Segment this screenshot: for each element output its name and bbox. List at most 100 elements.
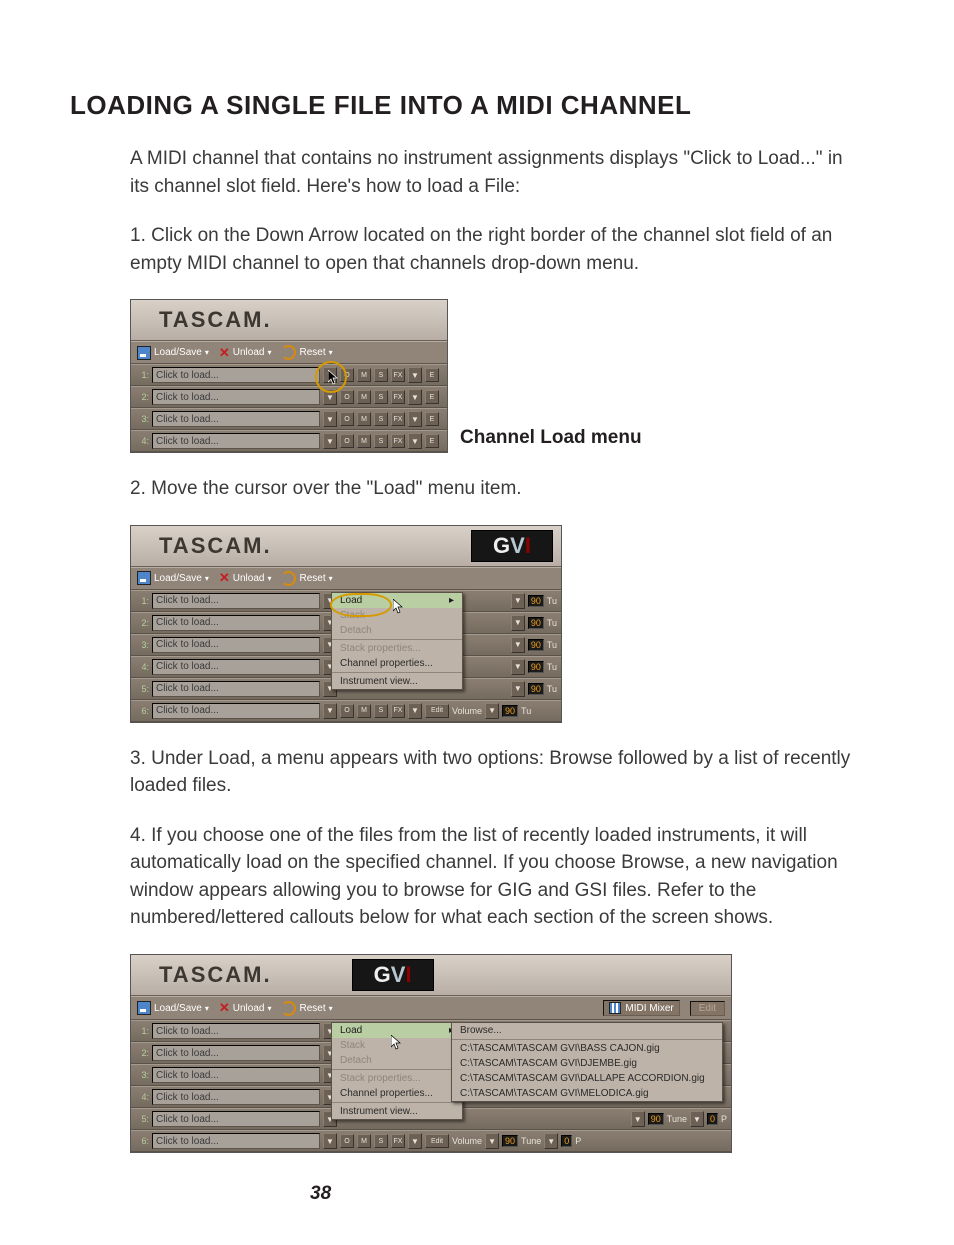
channel-number: 2: — [135, 392, 149, 402]
menu-item-recent[interactable]: C:\TASCAM\TASCAM GVI\DJEMBE.gig — [452, 1056, 722, 1071]
m-button[interactable]: M — [357, 390, 371, 404]
menu-item-stack-props[interactable]: Stack properties... — [332, 1071, 462, 1086]
channel-slot[interactable]: Click to load... — [152, 659, 320, 675]
menu-item-browse[interactable]: Browse... — [452, 1023, 722, 1038]
disk-icon — [137, 346, 151, 360]
o-button[interactable]: O — [340, 390, 354, 404]
menu-item-recent[interactable]: C:\TASCAM\TASCAM GVI\MELODICA.gig — [452, 1086, 722, 1101]
menu-item-stack[interactable]: Stack — [332, 1038, 462, 1053]
e-button[interactable]: E — [425, 434, 439, 448]
reset-label: Reset — [299, 573, 325, 584]
channel-row: 2: Click to load... ▼ O M S FX ▼ E — [131, 386, 447, 408]
midi-mixer-label: MIDI Mixer — [625, 1003, 673, 1014]
tune-label: Tu — [547, 596, 557, 606]
step-1: 1. Click on the Down Arrow located on th… — [130, 222, 864, 277]
x-icon: ✕ — [219, 348, 230, 358]
menu-item-channel-props[interactable]: Channel properties... — [332, 1086, 462, 1101]
channel-slot[interactable]: Click to load... — [152, 433, 320, 449]
menu-item-stack-props[interactable]: Stack properties... — [332, 641, 462, 656]
e-button[interactable]: E — [425, 390, 439, 404]
chevron-down-icon[interactable]: ▼ — [408, 389, 422, 405]
o-button[interactable]: O — [340, 412, 354, 426]
gvi-logo: GVI — [352, 959, 434, 991]
context-menu: Load ▸ Stack Detach Stack properties... … — [331, 592, 463, 690]
chevron-down-icon[interactable]: ▼ — [323, 433, 337, 449]
unload-label: Unload — [233, 347, 265, 358]
step-4: 4. If you choose one of the files from t… — [130, 822, 864, 932]
load-save-button[interactable]: Load/Save▾ — [137, 1001, 209, 1015]
chevron-down-icon[interactable]: ▼ — [408, 411, 422, 427]
channel-slot[interactable]: Click to load... — [152, 389, 320, 405]
channel-slot[interactable]: Click to load... — [152, 615, 320, 631]
menu-item-load[interactable]: Load ▸ — [332, 593, 462, 608]
reset-button[interactable]: Reset▾ — [281, 345, 332, 360]
channel-slot[interactable]: Click to load... — [152, 703, 320, 719]
fx-button[interactable]: FX — [391, 412, 405, 426]
channel-row: 6:Click to load...▼ OMSFX▼Edit Volume▼ 9… — [131, 700, 561, 722]
unload-button[interactable]: ✕ Unload▾ — [219, 573, 272, 584]
s-button[interactable]: S — [374, 390, 388, 404]
menu-item-detach[interactable]: Detach — [332, 1053, 462, 1068]
reset-button[interactable]: Reset▾ — [281, 571, 332, 586]
tascam-logo: TASCAM. — [159, 962, 272, 988]
menu-item-load[interactable]: Load ▸ — [332, 1023, 462, 1038]
step-3: 3. Under Load, a menu appears with two o… — [130, 745, 864, 800]
disk-icon — [137, 571, 151, 585]
step-2: 2. Move the cursor over the "Load" menu … — [130, 475, 864, 503]
o-button[interactable]: O — [340, 434, 354, 448]
m-button[interactable]: M — [357, 412, 371, 426]
chevron-down-icon[interactable]: ▼ — [408, 367, 422, 383]
menu-item-inst-view[interactable]: Instrument view... — [332, 674, 462, 689]
reset-icon — [281, 571, 296, 586]
s-button[interactable]: S — [374, 368, 388, 382]
fx-button[interactable]: FX — [391, 434, 405, 448]
e-button[interactable]: E — [425, 412, 439, 426]
reset-icon — [281, 1001, 296, 1016]
m-button[interactable]: M — [357, 434, 371, 448]
reset-label: Reset — [299, 347, 325, 358]
load-save-button[interactable]: Load/Save▾ — [137, 571, 209, 585]
unload-button[interactable]: ✕ Unload▾ — [219, 1003, 272, 1014]
channel-slot[interactable]: Click to load... — [152, 681, 320, 697]
figure-caption: Channel Load menu — [460, 427, 642, 453]
midi-mixer-button[interactable]: MIDI Mixer — [603, 1000, 679, 1016]
channel-slot[interactable]: Click to load... — [152, 593, 320, 609]
channel-row: 1: Click to load... ▼ O M S FX ▼ E — [131, 364, 447, 386]
channel-number: 1: — [135, 370, 149, 380]
chevron-down-icon[interactable]: ▼ — [323, 703, 337, 719]
menu-item-recent[interactable]: C:\TASCAM\TASCAM GVI\DALLAPE ACCORDION.g… — [452, 1071, 722, 1086]
screenshot-1: TASCAM. Load/Save▾ ✕ Unload▾ Reset▾ — [130, 299, 448, 453]
chevron-down-icon[interactable]: ▼ — [323, 367, 337, 383]
o-button[interactable]: O — [340, 368, 354, 382]
load-save-label: Load/Save — [154, 573, 202, 584]
s-button[interactable]: S — [374, 434, 388, 448]
channel-slot[interactable]: Click to load... — [152, 367, 320, 383]
x-icon: ✕ — [219, 1003, 230, 1013]
value-readout: 90 — [528, 595, 544, 607]
chevron-down-icon[interactable]: ▼ — [323, 389, 337, 405]
menu-item-channel-props[interactable]: Channel properties... — [332, 656, 462, 671]
chevron-down-icon[interactable]: ▼ — [408, 433, 422, 449]
fx-button[interactable]: FX — [391, 390, 405, 404]
menu-item-inst-view[interactable]: Instrument view... — [332, 1104, 462, 1119]
m-button[interactable]: M — [357, 368, 371, 382]
tascam-logo: TASCAM. — [159, 307, 272, 333]
unload-label: Unload — [233, 573, 265, 584]
reset-button[interactable]: Reset▾ — [281, 1001, 332, 1016]
channel-number: 3: — [135, 414, 149, 424]
menu-item-detach[interactable]: Detach — [332, 623, 462, 638]
chevron-right-icon: ▸ — [449, 595, 454, 606]
fx-button[interactable]: FX — [391, 368, 405, 382]
unload-button[interactable]: ✕ Unload▾ — [219, 347, 272, 358]
chevron-down-icon[interactable]: ▼ — [323, 411, 337, 427]
edit-button[interactable]: Edit — [690, 1001, 725, 1016]
channel-slot[interactable]: Click to load... — [152, 411, 320, 427]
channel-slot[interactable]: Click to load... — [152, 637, 320, 653]
s-button[interactable]: S — [374, 412, 388, 426]
page-title: LOADING A SINGLE FILE INTO A MIDI CHANNE… — [70, 90, 884, 121]
load-save-button[interactable]: Load/Save▾ — [137, 346, 209, 360]
menu-item-recent[interactable]: C:\TASCAM\TASCAM GVI\BASS CAJON.gig — [452, 1041, 722, 1056]
reset-icon — [281, 345, 296, 360]
menu-item-stack[interactable]: Stack — [332, 608, 462, 623]
e-button[interactable]: E — [425, 368, 439, 382]
